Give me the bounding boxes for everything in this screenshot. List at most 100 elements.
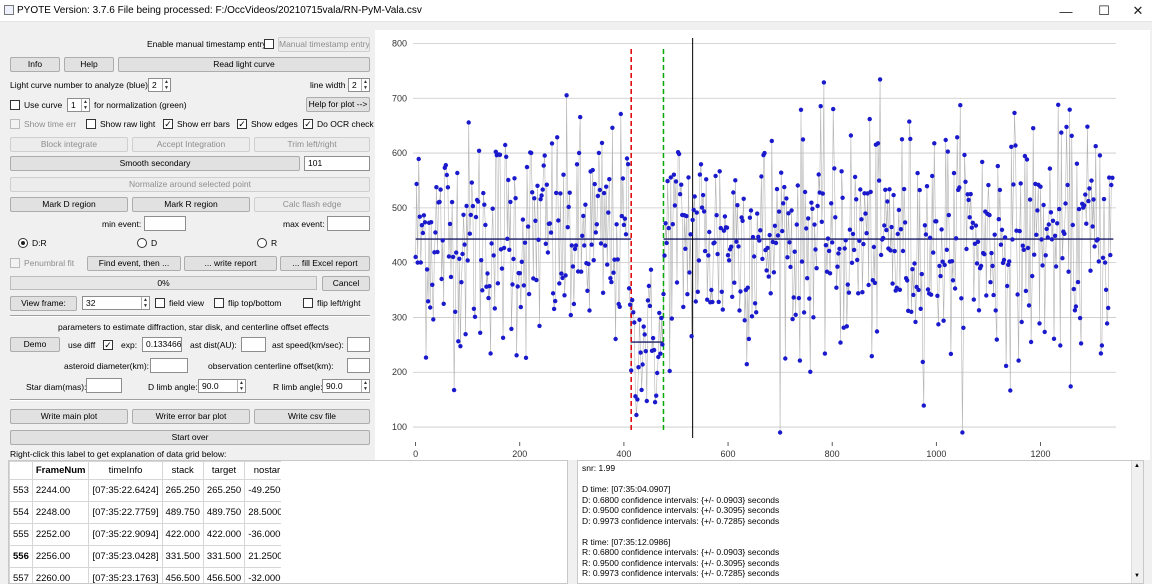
show-time-err-checkbox[interactable] (10, 119, 20, 129)
row-header[interactable]: 553 (9, 479, 33, 502)
trim-left-right-button[interactable]: Trim left/right (254, 137, 370, 152)
line-width-spinbox[interactable]: 2 ▲ ▼ (348, 78, 370, 92)
table-row[interactable]: 553 2244.00 [07:35:22.6424] 265.250 265.250-… (9, 479, 290, 502)
ast-speed-input[interactable] (347, 337, 370, 352)
column-header-target[interactable]: target (202, 461, 246, 480)
ast-dist-input[interactable] (241, 337, 266, 352)
d-limb-spinbox[interactable]: 90.0 ▲ ▼ (198, 379, 246, 393)
spin-arrows-icon[interactable]: ▲ ▼ (81, 99, 89, 111)
help-button[interactable]: Help (64, 57, 114, 72)
table-cell[interactable]: 331.500 (202, 545, 246, 568)
info-button[interactable]: Info (10, 57, 60, 72)
row-header[interactable]: 556 (9, 545, 33, 568)
use-curve-checkbox[interactable] (10, 100, 20, 110)
show-edges-checkbox[interactable]: ✓ (237, 119, 247, 129)
use-curve-spinbox[interactable]: 1 ▲ ▼ (67, 98, 90, 112)
scroll-up-icon[interactable]: ▲ (1134, 463, 1140, 469)
data-grid-help-label[interactable]: Right-click this label to get explanatio… (10, 449, 226, 460)
row-header[interactable]: 554 (9, 501, 33, 524)
close-icon[interactable]: ✕ (1130, 3, 1146, 19)
scroll-down-icon[interactable]: ▼ (1134, 573, 1140, 579)
table-cell[interactable]: [07:35:23.1763] (88, 567, 163, 583)
enable-manual-timestamp-checkbox[interactable] (264, 39, 274, 49)
mark-r-region-button[interactable]: Mark R region (132, 197, 250, 212)
table-cell[interactable]: [07:35:22.6424] (88, 479, 163, 502)
min-event-input[interactable] (144, 216, 186, 231)
table-cell[interactable]: [07:35:23.0428] (88, 545, 163, 568)
spin-arrows-icon[interactable]: ▲ ▼ (361, 79, 369, 91)
light-curve-plot[interactable]: 100 200 300 400 500 600 700 800 0 200 400 600 800 100… (375, 30, 1150, 460)
table-cell[interactable]: 489.750 (202, 501, 246, 524)
smooth-secondary-button[interactable]: Smooth secondary (10, 156, 300, 171)
penumbral-fit-checkbox[interactable] (10, 258, 20, 268)
radio-r[interactable] (257, 238, 267, 248)
data-grid[interactable]: FrameNum timeInfo stack target nostar 55… (8, 460, 568, 584)
table-row[interactable]: 557 2260.00 [07:35:23.1763] 456.500 456.500-… (9, 567, 290, 583)
use-diff-checkbox[interactable]: ✓ (103, 340, 113, 350)
asteroid-diameter-input[interactable] (150, 358, 188, 373)
table-row[interactable]: 555 2252.00 [07:35:22.9094] 422.000 422.000-… (9, 523, 290, 546)
help-for-plot-button[interactable]: Help for plot --> (306, 97, 370, 112)
cancel-button[interactable]: Cancel (322, 276, 370, 291)
flip-top-bottom-checkbox[interactable] (214, 298, 224, 308)
flip-left-right-checkbox[interactable] (303, 298, 313, 308)
show-err-bars-checkbox[interactable]: ✓ (163, 119, 173, 129)
vertical-scrollbar[interactable]: ▲ ▼ (1131, 461, 1143, 583)
table-cell[interactable]: 2256.00 (31, 545, 90, 568)
start-over-button[interactable]: Start over (10, 430, 370, 445)
read-light-curve-button[interactable]: Read light curve (118, 57, 370, 72)
table-cell[interactable]: 2244.00 (31, 479, 90, 502)
row-header[interactable]: 557 (9, 567, 33, 583)
table-cell[interactable]: [07:35:22.9094] (88, 523, 163, 546)
view-frame-spinbox[interactable]: 32 ▲ ▼ (82, 296, 150, 310)
max-event-input[interactable] (327, 216, 370, 231)
manual-timestamp-button[interactable]: Manual timestamp entry (278, 37, 370, 52)
table-row[interactable]: 556 2256.00 [07:35:23.0428] 331.500 331.500 2… (9, 545, 290, 568)
write-csv-file-button[interactable]: Write csv file (254, 409, 370, 424)
accept-integration-button[interactable]: Accept Integration (132, 137, 250, 152)
mark-d-region-button[interactable]: Mark D region (10, 197, 128, 212)
results-text-area[interactable]: snr: 1.99 D time: [07:35:04.0907] D: 0.6… (577, 460, 1144, 584)
find-event-button[interactable]: Find event, then ... (87, 256, 181, 271)
spin-arrows-icon[interactable]: ▲ ▼ (361, 380, 369, 392)
fill-excel-report-button[interactable]: ... fill Excel report (280, 256, 370, 271)
table-cell[interactable]: 2248.00 (31, 501, 90, 524)
table-cell[interactable]: 422.000 (161, 523, 204, 546)
normalize-button[interactable]: Normalize around selected point (10, 177, 370, 192)
column-header-timeinfo[interactable]: timeInfo (88, 461, 163, 480)
minimize-icon[interactable]: — (1058, 3, 1074, 19)
table-row[interactable]: 554 2248.00 [07:35:22.7759] 489.750 489.750 2… (9, 501, 290, 524)
do-ocr-check-checkbox[interactable]: ✓ (303, 119, 313, 129)
table-cell[interactable]: 2252.00 (31, 523, 90, 546)
spin-arrows-icon[interactable]: ▲ ▼ (141, 297, 149, 309)
table-cell[interactable]: 2260.00 (31, 567, 90, 583)
write-error-bar-plot-button[interactable]: Write error bar plot (132, 409, 250, 424)
table-cell[interactable]: 422.000 (202, 523, 246, 546)
table-cell[interactable]: 331.500 (161, 545, 204, 568)
block-integrate-button[interactable]: Block integrate (10, 137, 128, 152)
row-header[interactable]: 555 (9, 523, 33, 546)
write-main-plot-button[interactable]: Write main plot (10, 409, 128, 424)
column-header-stack[interactable]: stack (161, 461, 204, 480)
spin-arrows-icon[interactable]: ▲ ▼ (162, 79, 170, 91)
r-limb-spinbox[interactable]: 90.0 ▲ ▼ (322, 379, 370, 393)
exp-input[interactable]: 0.133466 (142, 337, 182, 352)
show-raw-light-checkbox[interactable] (86, 119, 96, 129)
demo-button[interactable]: Demo (10, 337, 60, 352)
table-cell[interactable]: 456.500 (202, 567, 246, 583)
column-header-framenum[interactable]: FrameNum (31, 461, 90, 480)
table-cell[interactable]: [07:35:22.7759] (88, 501, 163, 524)
calc-flash-edge-button[interactable]: Calc flash edge (254, 197, 370, 212)
observation-offset-input[interactable] (347, 358, 370, 373)
maximize-icon[interactable]: ☐ (1096, 3, 1112, 19)
table-cell[interactable]: 489.750 (161, 501, 204, 524)
view-frame-button[interactable]: View frame: (10, 296, 77, 311)
smooth-value-input[interactable]: 101 (304, 156, 370, 171)
spin-arrows-icon[interactable]: ▲ ▼ (237, 380, 245, 392)
radio-dr[interactable] (18, 238, 28, 248)
table-cell[interactable]: 265.250 (161, 479, 204, 502)
field-view-checkbox[interactable] (155, 298, 165, 308)
write-report-button[interactable]: ... write report (184, 256, 277, 271)
radio-d[interactable] (137, 238, 147, 248)
star-diam-input[interactable] (86, 378, 122, 393)
